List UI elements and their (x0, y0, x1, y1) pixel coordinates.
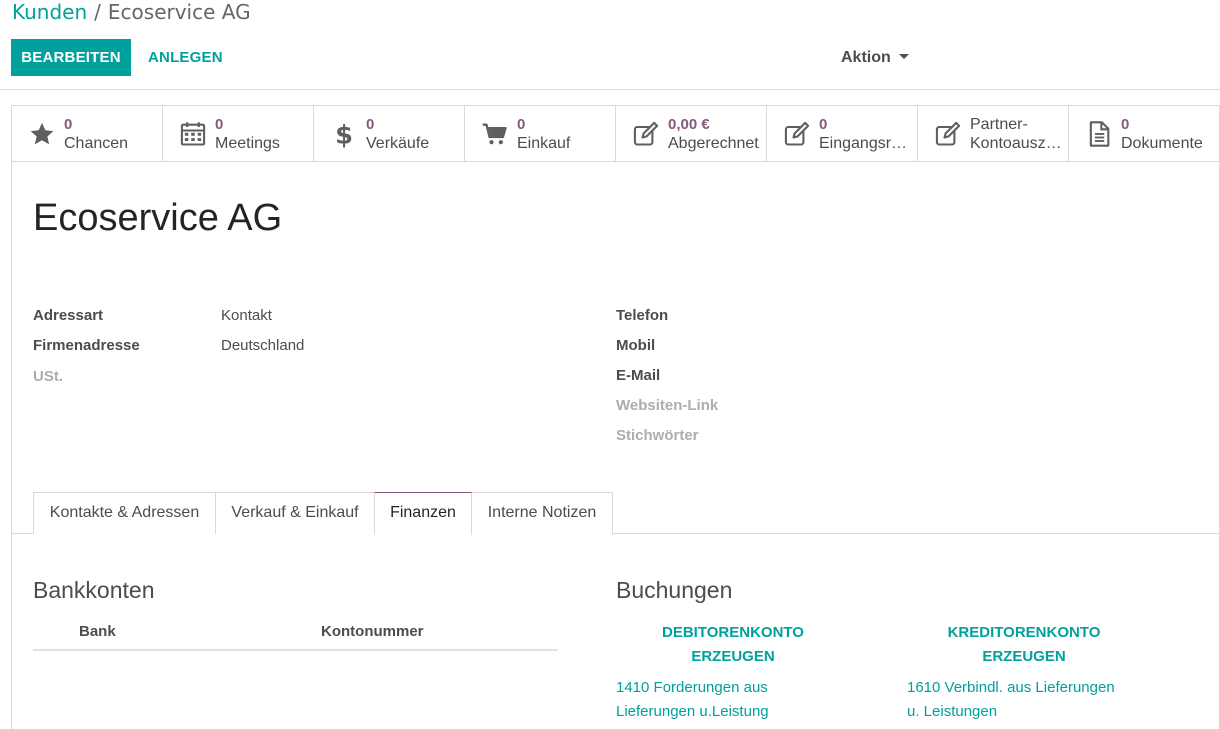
field-value-address-type[interactable]: Kontakt (221, 307, 272, 324)
action-dropdown-label: Aktion (841, 49, 891, 66)
stat-button-meetings[interactable]: 0 Meetings (163, 106, 314, 162)
field-label-vat: USt. (33, 368, 63, 385)
caret-down-icon (898, 53, 909, 59)
tab-sales-purchase[interactable]: Verkauf & Einkauf (215, 492, 375, 534)
account-line1: 1610 Verbindl. aus Lieferungen (907, 679, 1115, 696)
breadcrumb-current: Ecoservice AG (107, 0, 251, 24)
stat-label: Eingangsrechnungen (819, 135, 912, 152)
column-header-account-number[interactable]: Kontonummer (321, 623, 424, 640)
account-line2: Lieferungen u.Leistung (616, 703, 769, 720)
edit-button[interactable]: BEARBEITEN (11, 39, 131, 76)
action-dropdown[interactable]: Aktion (841, 39, 909, 76)
stat-label: Abgerechnet (668, 135, 759, 152)
breadcrumb-parent-link[interactable]: Kunden (12, 0, 87, 24)
stat-label-line1: Partner- (970, 116, 1028, 133)
create-button[interactable]: ANLEGEN (148, 39, 223, 76)
button-label-line2: ERZEUGEN (982, 648, 1066, 665)
edit-icon (631, 119, 661, 149)
stat-value: 0 (215, 116, 224, 133)
shopping-cart-icon (480, 119, 510, 149)
edit-icon (933, 119, 963, 149)
field-label-phone: Telefon (616, 307, 669, 324)
bookings-title: Buchungen (616, 577, 733, 603)
button-label-line1: KREDITORENKONTO (947, 624, 1101, 641)
field-label-email: E-Mail (616, 367, 661, 384)
stat-label: Chancen (64, 135, 129, 152)
account-line2: u. Leistungen (907, 703, 998, 720)
stat-button-vendor-bills[interactable]: 0 Eingangsrechnungen (767, 106, 918, 162)
document-icon (1084, 119, 1114, 149)
stat-label: Kontoauszug (970, 135, 1063, 152)
stat-button-opportunities[interactable]: 0 Chancen (12, 106, 163, 162)
stat-value: 0,00 € (668, 116, 710, 133)
kreditor-account-link[interactable]: 1610 Verbindl. aus Lieferungen u. Leistu… (907, 676, 1115, 724)
field-label-address-type: Adressart (33, 307, 104, 324)
record-title: Ecoservice AG (33, 197, 283, 239)
tab-internal-notes[interactable]: Interne Notizen (471, 492, 613, 534)
header-divider (0, 89, 1220, 90)
stat-button-purchases[interactable]: 0 Einkauf (465, 106, 616, 162)
stat-label: Einkauf (517, 135, 571, 152)
tab-finance[interactable]: Finanzen (374, 492, 472, 535)
column-header-bank[interactable]: Bank (79, 623, 116, 640)
stat-value: 0 (366, 116, 375, 133)
stat-value: 0 (1121, 116, 1130, 133)
dollar-icon: $ (329, 119, 359, 149)
stat-label: Meetings (215, 135, 280, 152)
edit-icon (782, 119, 812, 149)
stat-label: Dokumente (1121, 135, 1203, 152)
stat-label: Verkäufe (366, 135, 430, 152)
stat-button-documents[interactable]: 0 Dokumente (1069, 106, 1219, 162)
stat-button-invoiced[interactable]: 0,00 € Abgerechnet (616, 106, 767, 162)
smart-button-box: 0 Chancen 0 Meetings $ 0 Verkäufe 0 Einkauf … (12, 106, 1220, 162)
account-line1: 1410 Forderungen aus (616, 679, 768, 696)
stat-button-partner-ledger[interactable]: Partner- Kontoauszug (918, 106, 1069, 162)
button-label-line2: ERZEUGEN (691, 648, 775, 665)
stat-value: 0 (64, 116, 73, 133)
stat-value: 0 (819, 116, 828, 133)
button-label-line1: DEBITORENKONTO (662, 624, 804, 641)
field-value-company-address[interactable]: Deutschland (221, 337, 304, 354)
field-label-mobile: Mobil (616, 337, 656, 354)
star-icon (27, 119, 57, 149)
svg-text:$: $ (335, 120, 353, 148)
stat-button-sales[interactable]: $ 0 Verkäufe (314, 106, 465, 162)
calendar-icon (178, 119, 208, 149)
field-label-company-address: Firmenadresse (33, 337, 140, 354)
form-sheet: 0 Chancen 0 Meetings $ 0 Verkäufe 0 Einkauf … (11, 105, 1220, 729)
field-label-website: Websiten-Link (616, 397, 719, 414)
debitor-account-link[interactable]: 1410 Forderungen aus Lieferungen u.Leist… (616, 676, 769, 724)
tab-contacts-addresses[interactable]: Kontakte & Adressen (33, 492, 216, 534)
breadcrumb: Kunden / Ecoservice AG (12, 0, 251, 25)
bank-accounts-title: Bankkonten (33, 577, 155, 603)
stat-value: 0 (517, 116, 526, 133)
create-debitor-account-button[interactable]: DEBITORENKONTO ERZEUGEN (616, 621, 850, 669)
create-kreditor-account-button[interactable]: KREDITORENKONTO ERZEUGEN (907, 621, 1141, 669)
breadcrumb-separator: / (94, 0, 101, 24)
field-label-tags: Stichwörter (616, 427, 699, 444)
bank-table-header-rule (33, 649, 558, 651)
